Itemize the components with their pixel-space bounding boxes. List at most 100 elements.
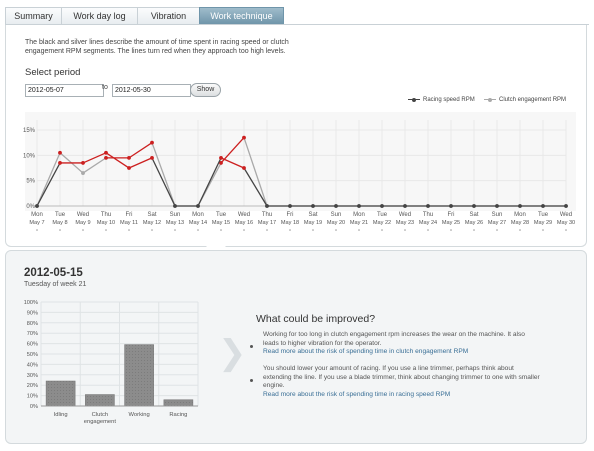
clutch-series-point xyxy=(58,150,62,155)
clutch-series-point xyxy=(104,155,108,160)
bar xyxy=(85,394,115,407)
x-tick-dot xyxy=(335,229,337,231)
x-tick-date: May 7 xyxy=(29,220,44,226)
racing-series-point xyxy=(265,204,269,208)
racing-series-point xyxy=(564,204,568,208)
x-tick-day: Wed xyxy=(399,212,411,218)
x-tick-dot xyxy=(151,229,153,231)
x-tick-dot xyxy=(266,229,268,231)
racing-series-point xyxy=(449,204,453,208)
x-tick-dot xyxy=(519,229,521,231)
racing-series-point xyxy=(104,150,108,155)
x-tick-date: May 16 xyxy=(235,220,253,226)
x-tick-day: Sun xyxy=(331,212,342,218)
bar-category-label: Clutch xyxy=(92,412,108,418)
x-tick-date: May 24 xyxy=(419,220,437,226)
racing-series-point xyxy=(380,204,384,208)
x-tick-date: May 14 xyxy=(189,220,207,226)
x-tick-day: Mon xyxy=(514,212,526,218)
racing-series-point xyxy=(288,204,292,208)
y-tick-label: 15% xyxy=(23,128,36,134)
bar-y-tick-label: 30% xyxy=(27,373,38,379)
racing-series-point xyxy=(403,204,407,208)
x-tick-day: Mon xyxy=(353,212,365,218)
x-tick-dot xyxy=(450,229,452,231)
x-tick-day: Tue xyxy=(216,212,227,218)
x-tick-dot xyxy=(312,229,314,231)
racing-series-point xyxy=(173,204,177,208)
x-tick-day: Thu xyxy=(423,212,433,218)
bar-y-tick-label: 80% xyxy=(27,321,38,327)
x-tick-dot xyxy=(128,229,130,231)
x-tick-date: May 8 xyxy=(52,220,67,226)
y-tick-label: 5% xyxy=(26,179,35,185)
x-tick-day: Sun xyxy=(492,212,503,218)
bar-y-tick-label: 70% xyxy=(27,331,38,337)
bar xyxy=(163,399,194,407)
x-tick-day: Thu xyxy=(262,212,272,218)
x-tick-day: Sat xyxy=(469,212,478,218)
bar-y-tick-label: 40% xyxy=(27,362,38,368)
x-tick-date: May 28 xyxy=(511,220,529,226)
bar-y-tick-label: 20% xyxy=(27,383,38,389)
x-tick-date: May 29 xyxy=(534,220,552,226)
racing-series-point xyxy=(334,204,338,208)
racing-series-point xyxy=(426,204,430,208)
x-tick-day: Sat xyxy=(147,212,156,218)
x-tick-dot xyxy=(59,229,61,231)
x-tick-dot xyxy=(220,229,222,231)
racing-series-point xyxy=(495,204,499,208)
racing-series-point xyxy=(58,161,62,165)
x-tick-dot xyxy=(496,229,498,231)
x-tick-date: May 23 xyxy=(396,220,414,226)
x-tick-day: Fri xyxy=(287,212,294,218)
x-tick-dot xyxy=(82,229,84,231)
x-tick-dot xyxy=(358,229,360,231)
racing-series-point xyxy=(541,204,545,208)
clutch-series-point xyxy=(81,171,85,175)
x-tick-dot xyxy=(197,229,199,231)
x-tick-dot xyxy=(381,229,383,231)
x-tick-date: May 21 xyxy=(350,220,368,226)
x-tick-date: May 18 xyxy=(281,220,299,226)
bar-category-label: Idling xyxy=(54,412,68,418)
bar-y-tick-label: 50% xyxy=(27,352,38,358)
x-tick-dot xyxy=(473,229,475,231)
x-tick-dot xyxy=(243,229,245,231)
line-chart-plot-area xyxy=(25,112,576,211)
x-tick-day: Thu xyxy=(101,212,111,218)
x-tick-day: Fri xyxy=(126,212,133,218)
x-tick-day: Tue xyxy=(377,212,388,218)
racing-series-point xyxy=(219,155,223,160)
x-tick-date: May 19 xyxy=(304,220,322,226)
racing-series-point xyxy=(196,204,200,208)
x-tick-date: May 25 xyxy=(442,220,460,226)
y-tick-label: 0% xyxy=(26,204,35,210)
bar-category-label: Racing xyxy=(169,412,187,418)
racing-series-point xyxy=(150,155,154,160)
x-tick-date: May 26 xyxy=(465,220,483,226)
racing-series-point xyxy=(357,204,361,208)
x-tick-day: Mon xyxy=(31,212,43,218)
x-tick-dot xyxy=(542,229,544,231)
x-tick-date: May 12 xyxy=(143,220,161,226)
x-tick-day: Mon xyxy=(192,212,204,218)
bar-y-tick-label: 90% xyxy=(27,310,38,316)
bar xyxy=(45,380,76,407)
bar-category-label: engagement xyxy=(84,419,117,425)
x-tick-date: May 13 xyxy=(166,220,184,226)
x-tick-date: May 20 xyxy=(327,220,345,226)
x-tick-date: May 9 xyxy=(75,220,90,226)
clutch-series-point xyxy=(127,155,131,160)
x-tick-date: May 30 xyxy=(557,220,575,226)
racing-series-point xyxy=(242,166,246,170)
x-tick-date: May 11 xyxy=(120,220,138,226)
x-tick-dot xyxy=(565,229,567,231)
x-tick-day: Fri xyxy=(448,212,455,218)
x-tick-day: Wed xyxy=(77,212,89,218)
x-tick-day: Tue xyxy=(55,212,66,218)
racing-series-point xyxy=(35,204,39,208)
y-tick-label: 10% xyxy=(23,153,36,159)
racing-series-point xyxy=(127,166,131,170)
x-tick-dot xyxy=(427,229,429,231)
